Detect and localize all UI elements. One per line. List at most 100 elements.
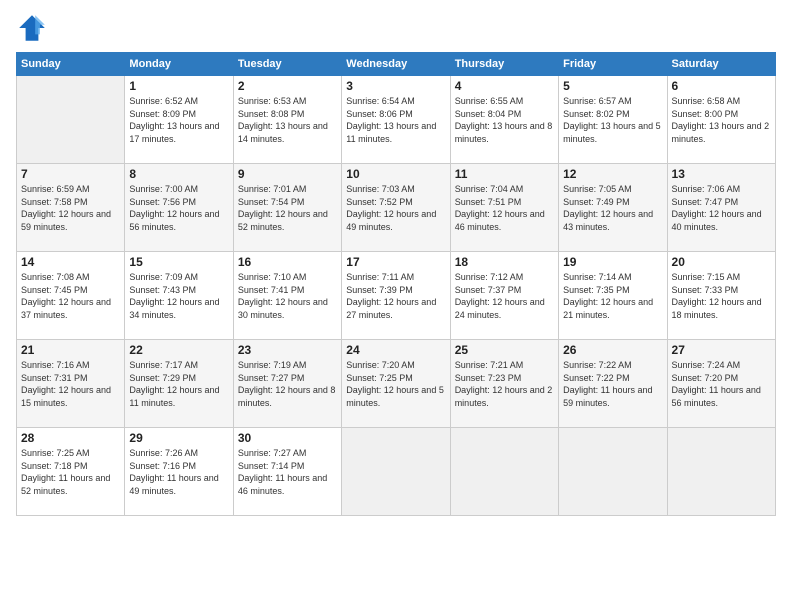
- day-info: Sunrise: 7:20 AMSunset: 7:25 PMDaylight:…: [346, 359, 445, 409]
- day-cell: [17, 76, 125, 164]
- day-cell: 1 Sunrise: 6:52 AMSunset: 8:09 PMDaylight…: [125, 76, 233, 164]
- day-number: 19: [563, 255, 662, 269]
- day-info: Sunrise: 6:54 AMSunset: 8:06 PMDaylight:…: [346, 95, 445, 145]
- day-info: Sunrise: 7:16 AMSunset: 7:31 PMDaylight:…: [21, 359, 120, 409]
- day-number: 25: [455, 343, 554, 357]
- day-info: Sunrise: 7:01 AMSunset: 7:54 PMDaylight:…: [238, 183, 337, 233]
- day-info: Sunrise: 6:52 AMSunset: 8:09 PMDaylight:…: [129, 95, 228, 145]
- day-number: 20: [672, 255, 771, 269]
- day-info: Sunrise: 7:22 AMSunset: 7:22 PMDaylight:…: [563, 359, 662, 409]
- day-cell: 4 Sunrise: 6:55 AMSunset: 8:04 PMDaylight…: [450, 76, 558, 164]
- day-cell: 17 Sunrise: 7:11 AMSunset: 7:39 PMDayligh…: [342, 252, 450, 340]
- day-cell: 9 Sunrise: 7:01 AMSunset: 7:54 PMDaylight…: [233, 164, 341, 252]
- day-cell: 5Sunrise: 6:57 AMSunset: 8:02 PMDaylight…: [559, 76, 667, 164]
- day-number: 9: [238, 167, 337, 181]
- day-number: 1: [129, 79, 228, 93]
- header-row: SundayMondayTuesdayWednesdayThursdayFrid…: [17, 53, 776, 76]
- week-row-4: 21 Sunrise: 7:16 AMSunset: 7:31 PMDayligh…: [17, 340, 776, 428]
- day-cell: 26 Sunrise: 7:22 AMSunset: 7:22 PMDayligh…: [559, 340, 667, 428]
- day-number: 3: [346, 79, 445, 93]
- day-info: Sunrise: 7:04 AMSunset: 7:51 PMDaylight:…: [455, 183, 554, 233]
- day-info: Sunrise: 7:19 AMSunset: 7:27 PMDaylight:…: [238, 359, 337, 409]
- day-info: Sunrise: 7:17 AMSunset: 7:29 PMDaylight:…: [129, 359, 228, 409]
- day-cell: 13Sunrise: 7:06 AMSunset: 7:47 PMDayligh…: [667, 164, 775, 252]
- day-number: 15: [129, 255, 228, 269]
- day-cell: 10 Sunrise: 7:03 AMSunset: 7:52 PMDayligh…: [342, 164, 450, 252]
- day-info: Sunrise: 7:21 AMSunset: 7:23 PMDaylight:…: [455, 359, 554, 409]
- day-cell: 27Sunrise: 7:24 AMSunset: 7:20 PMDayligh…: [667, 340, 775, 428]
- week-row-1: 1 Sunrise: 6:52 AMSunset: 8:09 PMDaylight…: [17, 76, 776, 164]
- day-cell: 12 Sunrise: 7:05 AMSunset: 7:49 PMDayligh…: [559, 164, 667, 252]
- day-number: 7: [21, 167, 120, 181]
- day-number: 21: [21, 343, 120, 357]
- day-info: Sunrise: 7:27 AMSunset: 7:14 PMDaylight:…: [238, 447, 337, 497]
- day-cell: 2Sunrise: 6:53 AMSunset: 8:08 PMDaylight…: [233, 76, 341, 164]
- day-cell: 30 Sunrise: 7:27 AMSunset: 7:14 PMDayligh…: [233, 428, 341, 516]
- day-info: Sunrise: 7:25 AMSunset: 7:18 PMDaylight:…: [21, 447, 120, 497]
- day-info: Sunrise: 7:00 AMSunset: 7:56 PMDaylight:…: [129, 183, 228, 233]
- day-number: 8: [129, 167, 228, 181]
- day-cell: 11 Sunrise: 7:04 AMSunset: 7:51 PMDayligh…: [450, 164, 558, 252]
- day-info: Sunrise: 7:15 AMSunset: 7:33 PMDaylight:…: [672, 271, 771, 321]
- day-info: Sunrise: 6:55 AMSunset: 8:04 PMDaylight:…: [455, 95, 554, 145]
- day-info: Sunrise: 6:58 AMSunset: 8:00 PMDaylight:…: [672, 95, 771, 145]
- col-header-sunday: Sunday: [17, 53, 125, 76]
- day-number: 23: [238, 343, 337, 357]
- day-info: Sunrise: 7:03 AMSunset: 7:52 PMDaylight:…: [346, 183, 445, 233]
- day-cell: 21 Sunrise: 7:16 AMSunset: 7:31 PMDayligh…: [17, 340, 125, 428]
- day-info: Sunrise: 7:11 AMSunset: 7:39 PMDaylight:…: [346, 271, 445, 321]
- col-header-saturday: Saturday: [667, 53, 775, 76]
- day-number: 4: [455, 79, 554, 93]
- day-number: 28: [21, 431, 120, 445]
- col-header-thursday: Thursday: [450, 53, 558, 76]
- day-info: Sunrise: 7:24 AMSunset: 7:20 PMDaylight:…: [672, 359, 771, 409]
- day-info: Sunrise: 7:14 AMSunset: 7:35 PMDaylight:…: [563, 271, 662, 321]
- day-number: 22: [129, 343, 228, 357]
- day-info: Sunrise: 7:05 AMSunset: 7:49 PMDaylight:…: [563, 183, 662, 233]
- day-number: 6: [672, 79, 771, 93]
- day-info: Sunrise: 7:12 AMSunset: 7:37 PMDaylight:…: [455, 271, 554, 321]
- day-number: 24: [346, 343, 445, 357]
- day-cell: 23 Sunrise: 7:19 AMSunset: 7:27 PMDayligh…: [233, 340, 341, 428]
- day-info: Sunrise: 6:59 AMSunset: 7:58 PMDaylight:…: [21, 183, 120, 233]
- day-cell: 20 Sunrise: 7:15 AMSunset: 7:33 PMDayligh…: [667, 252, 775, 340]
- week-row-3: 14 Sunrise: 7:08 AMSunset: 7:45 PMDayligh…: [17, 252, 776, 340]
- week-row-5: 28 Sunrise: 7:25 AMSunset: 7:18 PMDayligh…: [17, 428, 776, 516]
- day-cell: [559, 428, 667, 516]
- calendar-table: SundayMondayTuesdayWednesdayThursdayFrid…: [16, 52, 776, 516]
- logo-icon: [16, 12, 48, 44]
- day-cell: [450, 428, 558, 516]
- page: SundayMondayTuesdayWednesdayThursdayFrid…: [0, 0, 792, 612]
- day-number: 16: [238, 255, 337, 269]
- day-info: Sunrise: 7:10 AMSunset: 7:41 PMDaylight:…: [238, 271, 337, 321]
- day-cell: 29Sunrise: 7:26 AMSunset: 7:16 PMDayligh…: [125, 428, 233, 516]
- day-number: 12: [563, 167, 662, 181]
- col-header-monday: Monday: [125, 53, 233, 76]
- day-info: Sunrise: 7:09 AMSunset: 7:43 PMDaylight:…: [129, 271, 228, 321]
- day-cell: 19 Sunrise: 7:14 AMSunset: 7:35 PMDayligh…: [559, 252, 667, 340]
- day-number: 17: [346, 255, 445, 269]
- day-cell: 3 Sunrise: 6:54 AMSunset: 8:06 PMDaylight…: [342, 76, 450, 164]
- day-number: 30: [238, 431, 337, 445]
- day-info: Sunrise: 6:57 AMSunset: 8:02 PMDaylight:…: [563, 95, 662, 145]
- day-info: Sunrise: 6:53 AMSunset: 8:08 PMDaylight:…: [238, 95, 337, 145]
- day-cell: 8 Sunrise: 7:00 AMSunset: 7:56 PMDaylight…: [125, 164, 233, 252]
- day-cell: 14 Sunrise: 7:08 AMSunset: 7:45 PMDayligh…: [17, 252, 125, 340]
- day-number: 14: [21, 255, 120, 269]
- day-cell: 6 Sunrise: 6:58 AMSunset: 8:00 PMDaylight…: [667, 76, 775, 164]
- day-number: 26: [563, 343, 662, 357]
- week-row-2: 7 Sunrise: 6:59 AMSunset: 7:58 PMDaylight…: [17, 164, 776, 252]
- day-cell: [342, 428, 450, 516]
- day-number: 11: [455, 167, 554, 181]
- day-number: 13: [672, 167, 771, 181]
- day-cell: [667, 428, 775, 516]
- day-cell: 24 Sunrise: 7:20 AMSunset: 7:25 PMDayligh…: [342, 340, 450, 428]
- day-cell: 28 Sunrise: 7:25 AMSunset: 7:18 PMDayligh…: [17, 428, 125, 516]
- day-number: 18: [455, 255, 554, 269]
- day-number: 29: [129, 431, 228, 445]
- col-header-tuesday: Tuesday: [233, 53, 341, 76]
- day-number: 10: [346, 167, 445, 181]
- day-cell: 22 Sunrise: 7:17 AMSunset: 7:29 PMDayligh…: [125, 340, 233, 428]
- header: [16, 12, 776, 44]
- day-info: Sunrise: 7:08 AMSunset: 7:45 PMDaylight:…: [21, 271, 120, 321]
